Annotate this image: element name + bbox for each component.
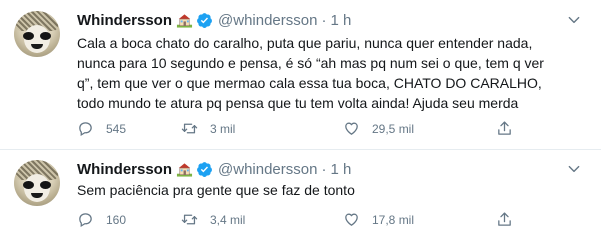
tweet-text: Sem paciência pra gente que se faz de to… [77,180,593,200]
like-button[interactable]: 29,5 mil [343,120,414,137]
share-icon [498,212,511,226]
heart-icon [345,213,358,226]
timestamp[interactable]: 1 h [330,161,351,178]
tweet[interactable]: Whindersson @whindersson · 1 h Sem paciê… [0,150,601,241]
author-handle[interactable]: @whindersson [218,161,317,178]
tweet-actions: 545 3 mil 29,5 mil [77,120,517,138]
retweet-count: 3,4 mil [210,212,246,227]
reply-count: 545 [106,121,127,136]
retweet-button[interactable]: 3,4 mil [181,211,245,228]
share-button[interactable] [496,120,513,137]
tweet-text: Cala a boca chato do caralho, puta que p… [77,33,593,113]
house-with-garden-icon [176,163,193,177]
like-count: 29,5 mil [372,121,415,136]
house-with-garden-icon [176,14,193,28]
avatar[interactable] [14,11,60,57]
separator-dot: · [321,160,327,178]
reply-count: 160 [106,212,127,227]
tweet-text-line: todo mundo te atura pq pensa que tu tem … [77,95,519,111]
heart-icon [345,122,358,135]
chevron-down-icon[interactable] [567,13,581,27]
tweet-text-line: q”, tem que ver o que mermao cala essa t… [77,75,542,91]
reply-button[interactable]: 160 [77,211,126,228]
tweet[interactable]: Whindersson @whindersson · 1 h Cala a bo… [0,0,601,150]
retweet-icon [181,123,198,134]
chevron-down-icon[interactable] [567,162,581,176]
share-icon [498,121,511,135]
tweet-text-line: nunca para 10 segundo e pensa, é só “ah … [77,55,544,71]
tweet-actions: 160 3,4 mil 17,8 mil [77,211,517,229]
author-name[interactable]: Whindersson [77,161,172,178]
verified-badge-icon [197,161,212,177]
retweet-button[interactable]: 3 mil [181,120,235,137]
like-count: 17,8 mil [372,212,415,227]
tweet-text-line: Cala a boca chato do caralho, puta que p… [77,35,533,51]
author-handle[interactable]: @whindersson [218,12,317,29]
timestamp[interactable]: 1 h [330,12,351,29]
author-name[interactable]: Whindersson [77,12,172,29]
retweet-icon [181,214,198,225]
share-button[interactable] [496,211,513,228]
verified-badge-icon [197,12,212,28]
reply-icon [79,122,92,137]
tweet-header: Whindersson @whindersson · 1 h [77,159,351,179]
tweet-text-line: Sem paciência pra gente que se faz de to… [77,182,355,198]
avatar[interactable] [14,160,60,206]
tweet-header: Whindersson @whindersson · 1 h [77,10,351,30]
separator-dot: · [321,11,327,29]
like-button[interactable]: 17,8 mil [343,211,414,228]
retweet-count: 3 mil [210,121,236,136]
reply-icon [79,213,92,228]
reply-button[interactable]: 545 [77,120,126,137]
